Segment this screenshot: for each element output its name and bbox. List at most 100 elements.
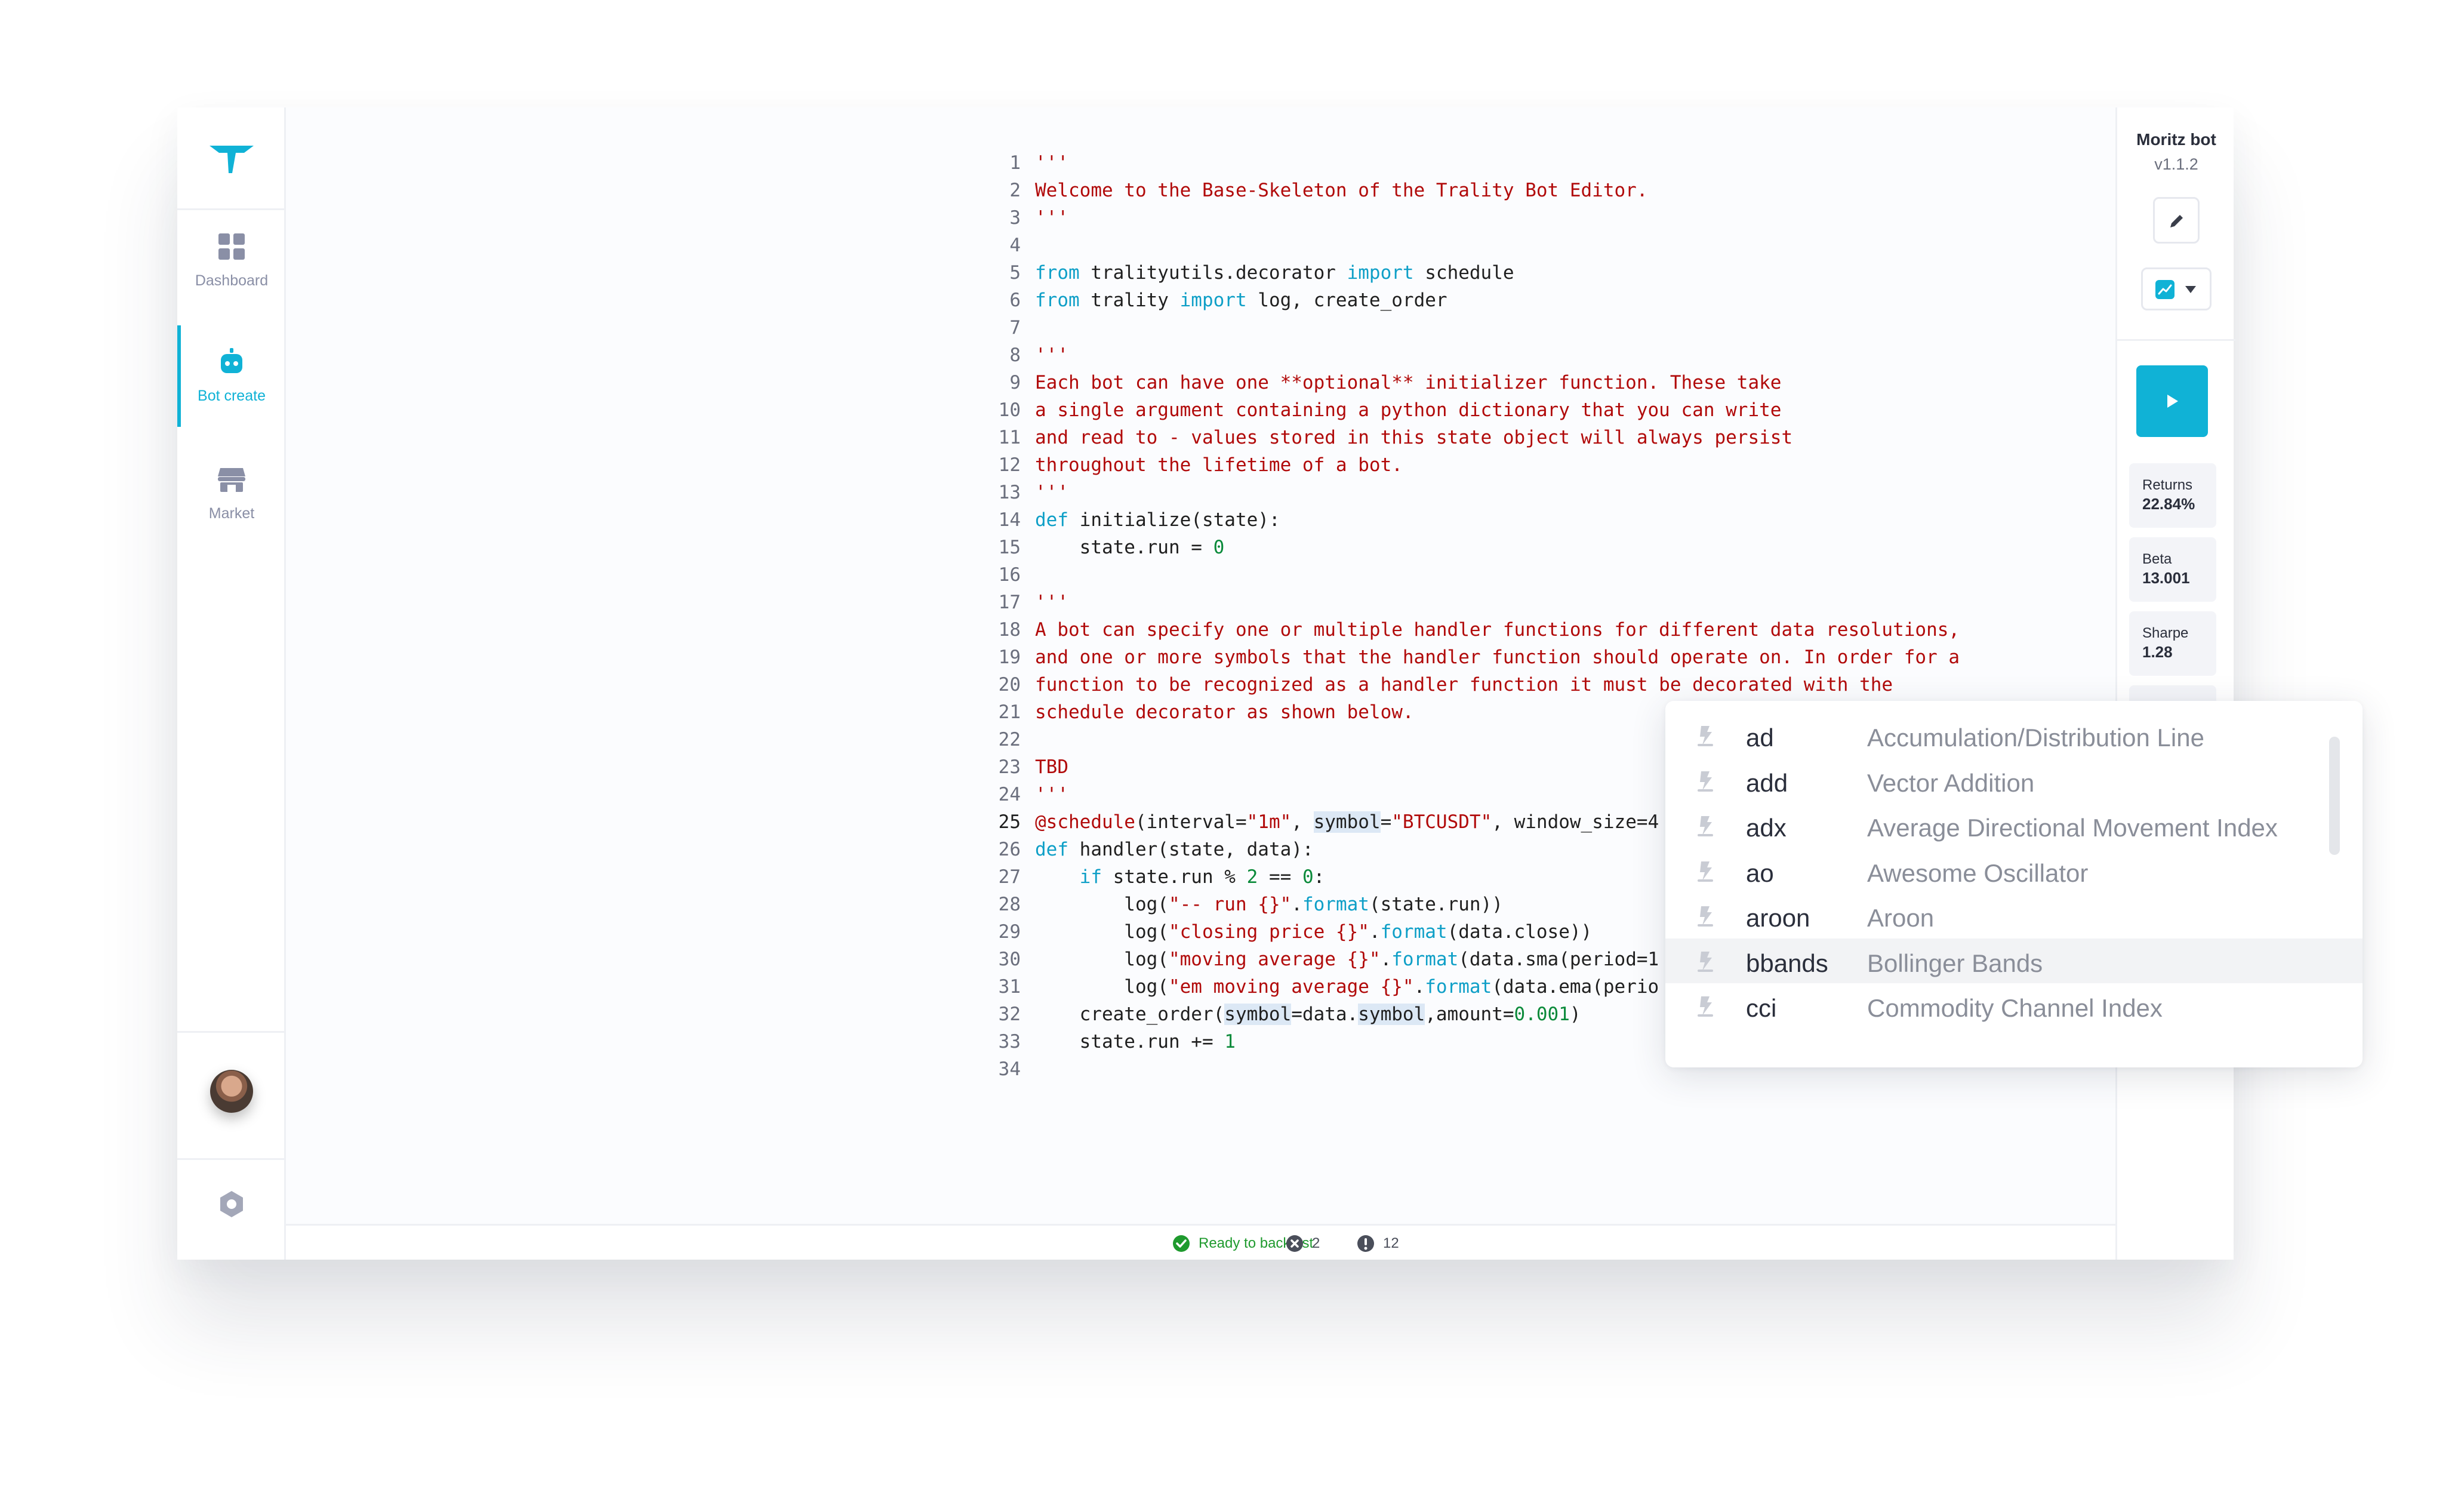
code-line[interactable]: 2 Welcome to the Base-Skeleton of the Tra… <box>972 177 2095 204</box>
sidebar-item-dashboard[interactable]: Dashboard <box>177 210 286 312</box>
code-token: 0.001 <box>1514 1004 1570 1025</box>
suggestion-name: aroon <box>1746 904 1810 932</box>
code-token: 0 <box>1302 866 1314 888</box>
code-token: @schedule <box>1035 811 1135 833</box>
trality-logo-icon <box>210 146 254 173</box>
suggestion-description: Awesome Oscillator <box>1867 858 2089 887</box>
code-line[interactable]: 13 ''' <box>972 479 2095 506</box>
suggestion-item[interactable]: bbands Bollinger Bands <box>1665 938 2363 983</box>
bot-name: Moritz bot <box>2136 130 2216 149</box>
suggestion-name: bbands <box>1746 949 1828 977</box>
sidebar: Dashboard Bot create Market <box>177 107 286 1260</box>
line-number: 19 <box>998 647 1021 668</box>
code-token: TBD <box>1035 756 1068 778</box>
line-number: 6 <box>1009 290 1021 311</box>
code-line[interactable]: 20 function to be recognized as a handler… <box>972 671 2095 698</box>
function-icon <box>1698 906 1713 927</box>
metric-label: Returns <box>2142 477 2193 493</box>
code-line[interactable]: 3 ''' <box>972 204 2095 232</box>
chart-type-dropdown[interactable] <box>2141 267 2212 310</box>
sidebar-item-label: Dashboard <box>195 272 269 289</box>
code-token: (data.sma(period=1 <box>1458 949 1659 970</box>
line-number: 12 <box>998 454 1021 476</box>
code-line[interactable]: 9 Each bot can have one **optional** init… <box>972 369 2095 396</box>
edit-bot-button[interactable] <box>2153 197 2200 244</box>
code-line[interactable]: 11 and read to - values stored in this st… <box>972 424 2095 451</box>
code-token: log( <box>1035 894 1169 915</box>
code-token: if <box>1079 866 1102 888</box>
error-count: 2 <box>1312 1235 1320 1251</box>
code-line[interactable]: 17 ''' <box>972 589 2095 616</box>
sidebar-item-label: Market <box>208 505 255 522</box>
code-token: "em moving average {}" <box>1168 976 1414 998</box>
code-line[interactable]: 5 from tralityutils.decorator import sche… <box>972 259 2095 287</box>
line-number: 15 <box>998 537 1021 558</box>
bot-panel: Moritz bot v1.1.2 Returns 22.84% Beta 13… <box>2115 107 2235 1260</box>
code-token: state.run = <box>1035 537 1213 558</box>
divider <box>177 1031 286 1033</box>
code-token: and one or more symbols that the handler… <box>1035 647 1960 668</box>
line-number: 27 <box>998 866 1021 888</box>
code-token: initialize(state): <box>1068 509 1280 531</box>
code-line[interactable]: 1 ''' <box>972 149 2095 177</box>
sidebar-item-label: Bot create <box>198 387 266 404</box>
suggestion-item[interactable]: add Vector Addition <box>1665 758 2363 803</box>
code-token: "BTCUSDT" <box>1391 811 1492 833</box>
code-token: state.run += <box>1035 1031 1225 1052</box>
suggestion-item[interactable]: adx Average Directional Movement Index <box>1665 803 2363 848</box>
code-token: ''' <box>1035 592 1068 613</box>
line-number: 34 <box>998 1058 1021 1080</box>
code-token: ''' <box>1035 344 1068 366</box>
metric-value: 13.001 <box>2142 569 2190 587</box>
code-token: import <box>1179 290 1247 311</box>
code-token: log( <box>1035 921 1169 943</box>
sidebar-item-market[interactable]: Market <box>177 443 286 544</box>
code-line[interactable]: 15 state.run = 0 <box>972 534 2095 561</box>
warning-count: 12 <box>1383 1235 1399 1251</box>
code-token: (data.close)) <box>1447 921 1593 943</box>
suggestion-item[interactable]: ad Accumulation/Distribution Line <box>1665 713 2363 758</box>
suggestion-item[interactable]: ao Awesome Oscillator <box>1665 848 2363 893</box>
suggestion-item[interactable]: aroon Aroon <box>1665 893 2363 938</box>
avatar[interactable] <box>210 1070 253 1113</box>
bot-version: v1.1.2 <box>2154 155 2198 173</box>
code-token: . <box>1413 976 1425 998</box>
code-token: function to be recognized as a handler f… <box>1035 674 1893 695</box>
chart-icon <box>2155 280 2175 299</box>
line-number: 21 <box>998 701 1021 723</box>
metric-value: 22.84% <box>2142 495 2195 513</box>
function-icon <box>1698 951 1713 972</box>
suggestion-name: add <box>1746 768 1788 797</box>
logo[interactable] <box>177 107 286 210</box>
code-line[interactable]: 14 def initialize(state): <box>972 506 2095 534</box>
function-icon <box>1698 861 1713 882</box>
code-token: schedule <box>1413 262 1514 284</box>
code-line[interactable]: 12 throughout the lifetime of a bot. <box>972 451 2095 479</box>
status-errors[interactable]: 2 <box>1286 1234 1320 1253</box>
code-line[interactable]: 4 <box>972 232 2095 259</box>
code-line[interactable]: 8 ''' <box>972 341 2095 369</box>
sidebar-item-bot-create[interactable]: Bot create <box>177 325 286 427</box>
play-icon <box>2167 395 2178 408</box>
code-line[interactable]: 19 and one or more symbols that the handl… <box>972 644 2095 671</box>
code-token: ''' <box>1035 784 1068 805</box>
line-number: 31 <box>998 976 1021 998</box>
suggestion-item[interactable]: cci Commodity Channel Index <box>1665 983 2363 1028</box>
code-token: (interval= <box>1135 811 1247 833</box>
grid-icon <box>218 233 245 260</box>
line-number: 24 <box>998 784 1021 805</box>
code-line[interactable]: 10 a single argument containing a python … <box>972 396 2095 424</box>
code-line[interactable]: 6 from trality import log, create_order <box>972 287 2095 314</box>
app-window: Dashboard Bot create Market 1 ''' 2 Welc… <box>177 107 2235 1260</box>
pencil-icon <box>2170 215 2183 227</box>
code-line[interactable]: 16 <box>972 561 2095 589</box>
run-backtest-button[interactable] <box>2136 365 2208 437</box>
line-number: 28 <box>998 894 1021 915</box>
code-line[interactable]: 18 A bot can specify one or multiple hand… <box>972 616 2095 644</box>
divider <box>2117 339 2235 341</box>
code-line[interactable]: 7 <box>972 314 2095 341</box>
status-warnings[interactable]: 12 <box>1357 1234 1399 1253</box>
code-token: format <box>1380 921 1447 943</box>
settings-icon[interactable] <box>217 1189 247 1219</box>
